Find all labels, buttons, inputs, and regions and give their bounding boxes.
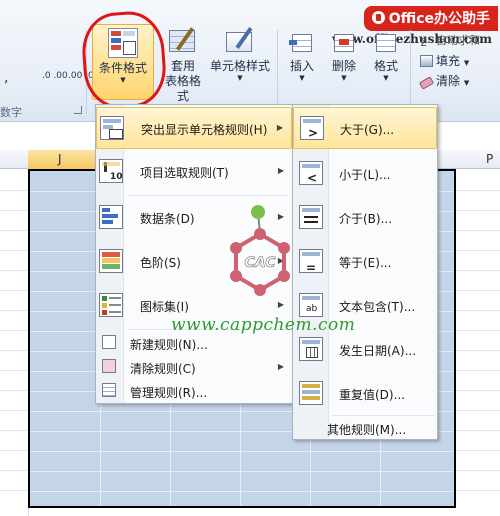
- dialog-launcher-icon[interactable]: [74, 106, 82, 114]
- menu-item-top-bottom-rules[interactable]: 10 项目选取规则(T) ▶: [96, 151, 292, 193]
- format-as-table-label-1: 套用: [170, 59, 195, 73]
- manage-rules-icon: [102, 383, 116, 397]
- menu-item-manage-rules[interactable]: 管理规则(R)...: [96, 379, 292, 403]
- sigma-icon: Σ: [420, 36, 427, 49]
- group-divider: [410, 30, 411, 114]
- menu-item-clear-rules[interactable]: 清除规则(C) ▶: [96, 355, 292, 379]
- chevron-down-icon: ▼: [341, 74, 347, 82]
- delete-label: 删除: [331, 59, 356, 73]
- menu-item-more-rules[interactable]: 其他规则(M)...: [293, 417, 437, 439]
- grid-line: [30, 471, 454, 472]
- delete-cells-icon: [331, 30, 357, 56]
- chevron-down-icon: ▼: [383, 74, 389, 82]
- fill-down-icon: [420, 55, 433, 67]
- submenu-arrow-icon: ▶: [277, 166, 284, 175]
- fill-button[interactable]: 填充 ▼: [420, 52, 469, 69]
- format-cells-icon: [373, 30, 399, 56]
- watermark-url: www.cappchem.com: [171, 315, 356, 335]
- insert-button[interactable]: 插入 ▼: [283, 30, 321, 82]
- format-as-table-label-2: 表格格式: [164, 74, 201, 103]
- chevron-down-icon: ▼: [463, 79, 470, 87]
- autosum-button[interactable]: Σ 自动求和: [420, 32, 480, 49]
- menu-item-duplicate-values[interactable]: 重复值(D)...: [293, 373, 437, 415]
- cell-styles-button[interactable]: 单元格样式 ▼: [208, 26, 272, 82]
- menu-item-equal-to[interactable]: = 等于(E)...: [293, 241, 437, 283]
- date-occurring-icon: [299, 337, 323, 361]
- format-as-table-icon: [167, 26, 199, 56]
- format-as-table-button[interactable]: 套用 表格格式: [160, 26, 206, 104]
- cell-styles-icon: [224, 26, 256, 56]
- group-label-number: 数字: [0, 106, 22, 119]
- brand-badge: Office办公助手: [363, 6, 498, 31]
- data-bars-icon: [99, 205, 123, 229]
- submenu-arrow-icon: ▶: [277, 362, 284, 371]
- duplicate-values-icon: [299, 381, 323, 405]
- cac-watermark-logo: CAC: [230, 205, 290, 296]
- highlight-cells-submenu: > 大于(G)... < 小于(L)... 介于(B)... = 等于(E)..…: [292, 104, 438, 440]
- grid-line: [30, 491, 454, 492]
- icon-sets-icon: [99, 293, 123, 317]
- brand-logo-icon: [371, 11, 385, 24]
- menu-item-less-than[interactable]: < 小于(L)...: [293, 153, 437, 195]
- menu-item-greater-than[interactable]: > 大于(G)...: [293, 107, 437, 149]
- greater-than-icon: >: [300, 116, 324, 140]
- between-icon: [299, 205, 323, 229]
- new-rule-icon: [102, 335, 116, 349]
- group-divider: [277, 30, 278, 114]
- top-bottom-icon: 10: [99, 159, 123, 183]
- increase-decimal-button[interactable]: .0 .00: [42, 72, 68, 81]
- text-contains-icon: ab: [299, 293, 323, 317]
- highlight-annotation-circle: [79, 9, 169, 111]
- column-header-j[interactable]: J: [28, 150, 98, 169]
- chevron-down-icon: ▼: [299, 74, 305, 82]
- highlight-cells-icon: [100, 116, 124, 140]
- grid-line: [30, 451, 454, 452]
- menu-separator: [128, 195, 288, 196]
- delete-button[interactable]: 删除 ▼: [325, 30, 363, 82]
- submenu-arrow-icon: ▶: [276, 123, 283, 132]
- comma-style-button[interactable]: ,: [4, 70, 10, 86]
- format-label: 格式: [373, 59, 398, 73]
- less-than-icon: <: [299, 161, 323, 185]
- menu-item-between[interactable]: 介于(B)...: [293, 197, 437, 239]
- format-cells-button[interactable]: 格式 ▼: [367, 30, 405, 82]
- menu-separator: [331, 415, 435, 416]
- clear-button[interactable]: 清除 ▼: [418, 72, 470, 90]
- insert-cells-icon: [289, 30, 315, 56]
- column-header-p[interactable]: P: [486, 152, 493, 166]
- cell-styles-label: 单元格样式: [209, 59, 270, 73]
- eraser-icon: [418, 76, 435, 90]
- color-scales-icon: [99, 249, 123, 273]
- chevron-down-icon: ▼: [237, 74, 243, 82]
- chevron-down-icon: ▼: [463, 59, 470, 67]
- clear-rules-icon: [102, 359, 116, 373]
- cac-logo-text: CAC: [245, 255, 277, 271]
- menu-item-date-occurring[interactable]: 发生日期(A)...: [293, 329, 437, 371]
- insert-label: 插入: [289, 59, 314, 73]
- equal-to-icon: =: [299, 249, 323, 275]
- menu-item-highlight-cells-rules[interactable]: 突出显示单元格规则(H) ▶: [96, 107, 292, 149]
